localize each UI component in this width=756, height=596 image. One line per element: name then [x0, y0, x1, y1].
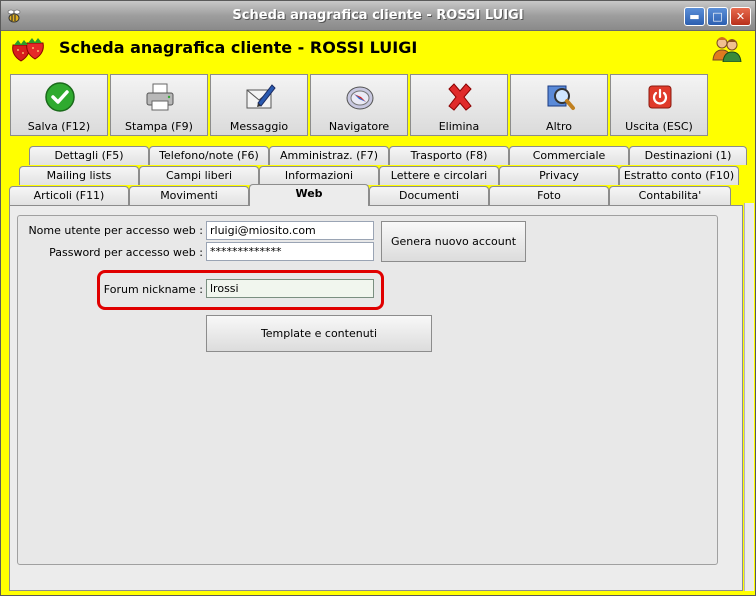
username-input[interactable] [206, 221, 374, 240]
tab-telefono-note[interactable]: Telefono/note (F6) [149, 146, 269, 165]
toolbar: Salva (F12) Stampa (F9) Messaggio Naviga… [10, 74, 710, 136]
print-button[interactable]: Stampa (F9) [110, 74, 208, 136]
tab-destinazioni[interactable]: Destinazioni (1) [629, 146, 747, 165]
forum-nickname-input[interactable] [206, 279, 374, 298]
print-button-label: Stampa (F9) [125, 120, 193, 133]
generate-account-button[interactable]: Genera nuovo account [381, 221, 526, 262]
page-title: Scheda anagrafica cliente - ROSSI LUIGI [59, 38, 418, 57]
delete-button[interactable]: Elimina [410, 74, 508, 136]
exit-button-label: Uscita (ESC) [625, 120, 693, 133]
maximize-button[interactable]: □ [707, 7, 728, 26]
tab-web[interactable]: Web [249, 184, 369, 206]
tab-movimenti[interactable]: Movimenti [129, 186, 249, 205]
magnifier-icon [547, 85, 575, 110]
tab-contabilita[interactable]: Contabilita' [609, 186, 731, 205]
navigator-button[interactable]: Navigatore [310, 74, 408, 136]
tab-estratto-conto[interactable]: Estratto conto (F10) [619, 166, 739, 185]
red-x-icon [448, 83, 472, 111]
save-button[interactable]: Salva (F12) [10, 74, 108, 136]
tab-documenti[interactable]: Documenti [369, 186, 489, 205]
exit-button[interactable]: Uscita (ESC) [610, 74, 708, 136]
save-button-label: Salva (F12) [27, 120, 91, 133]
checkmark-icon [45, 82, 75, 112]
tab-trasporto[interactable]: Trasporto (F8) [389, 146, 509, 165]
power-icon [648, 85, 672, 109]
main-window: Scheda anagrafica cliente - ROSSI LUIGI … [0, 0, 756, 596]
compass-icon [346, 86, 374, 110]
vertical-scrollbar[interactable] [744, 203, 754, 591]
tab-articoli[interactable]: Articoli (F11) [9, 186, 129, 205]
other-button-label: Altro [546, 120, 572, 133]
tab-mailing-lists[interactable]: Mailing lists [19, 166, 139, 185]
password-label: Password per accesso web : [49, 246, 203, 259]
window-title: Scheda anagrafica cliente - ROSSI LUIGI [232, 8, 524, 23]
password-input[interactable] [206, 242, 374, 261]
username-label: Nome utente per accesso web : [28, 224, 203, 237]
users-icon[interactable] [712, 34, 742, 62]
navigator-button-label: Navigatore [328, 120, 390, 133]
template-content-button[interactable]: Template e contenuti [206, 315, 432, 352]
tab-campi-liberi[interactable]: Campi liberi [139, 166, 259, 185]
strawberry-logo-icon [12, 38, 44, 62]
forum-nickname-label: Forum nickname : [103, 283, 203, 296]
tab-privacy[interactable]: Privacy [499, 166, 619, 185]
printer-icon [146, 83, 174, 111]
tab-amministrazione[interactable]: Amministraz. (F7) [269, 146, 389, 165]
delete-button-label: Elimina [438, 120, 480, 133]
tab-foto[interactable]: Foto [489, 186, 609, 205]
other-button[interactable]: Altro [510, 74, 608, 136]
envelope-pen-icon [246, 84, 276, 109]
web-group-box [17, 215, 718, 565]
tab-commerciale[interactable]: Commerciale [509, 146, 629, 165]
title-bar[interactable]: Scheda anagrafica cliente - ROSSI LUIGI … [1, 1, 755, 31]
tab-lettere-circolari[interactable]: Lettere e circolari [379, 166, 499, 185]
close-button[interactable]: ✕ [730, 7, 751, 26]
message-button[interactable]: Messaggio [210, 74, 308, 136]
message-button-label: Messaggio [229, 120, 289, 133]
minimize-button[interactable]: ▬ [684, 7, 705, 26]
tab-informazioni[interactable]: Informazioni [259, 166, 379, 185]
tab-dettagli[interactable]: Dettagli (F5) [29, 146, 149, 165]
